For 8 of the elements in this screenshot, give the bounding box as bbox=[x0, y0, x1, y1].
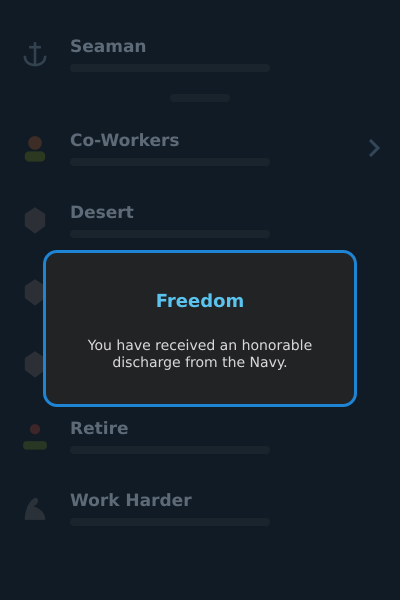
chevron-icon[interactable] bbox=[368, 138, 380, 158]
row-title: Desert bbox=[70, 202, 135, 222]
row-title: Co-Workers bbox=[70, 130, 181, 150]
row-title: Retire bbox=[70, 418, 130, 438]
row-title: Work Harder bbox=[70, 490, 193, 510]
dialog-message: You have received an honorable discharge from the Navy. bbox=[86, 338, 314, 372]
dialog-title: Freedom bbox=[156, 291, 244, 312]
row-title: Seaman bbox=[70, 36, 148, 56]
